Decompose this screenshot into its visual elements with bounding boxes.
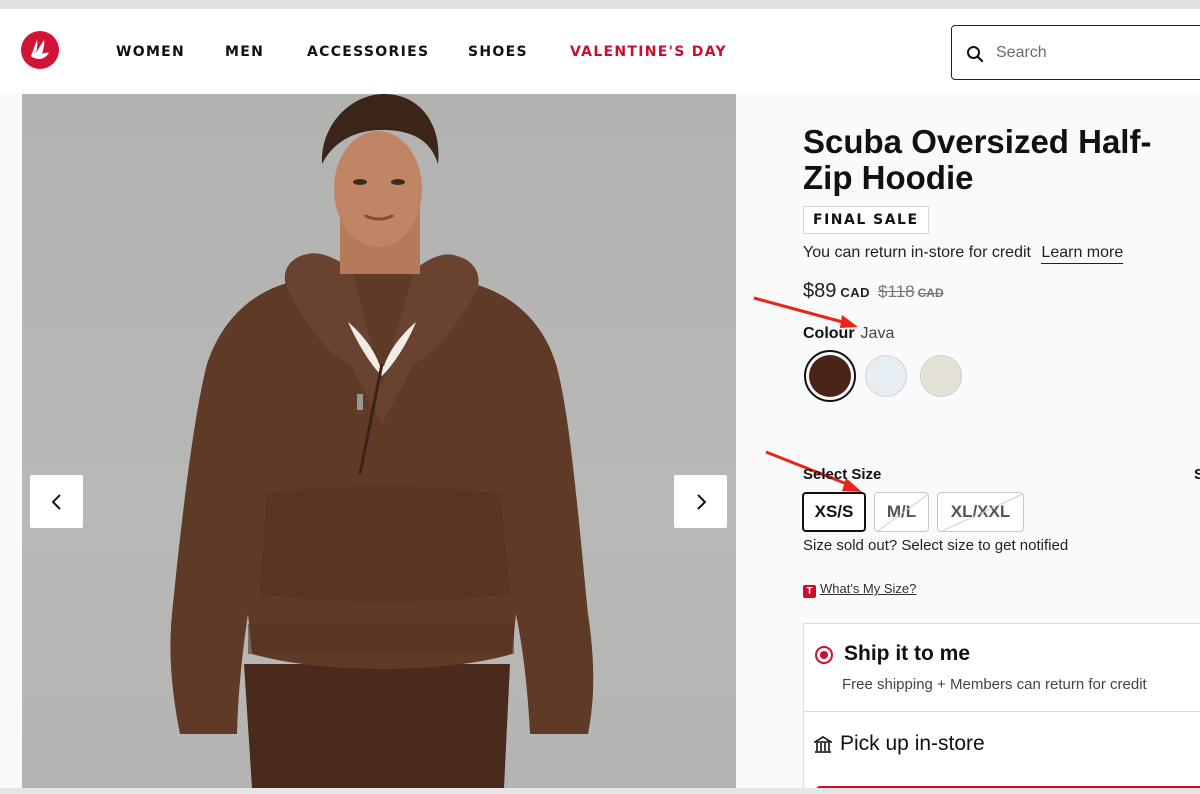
- product-title: Scuba Oversized Half-Zip Hoodie: [803, 123, 1152, 196]
- swatch-light-blue[interactable]: [865, 355, 907, 397]
- whats-my-size-row[interactable]: T What's My Size?: [803, 581, 916, 598]
- final-sale-badge: FINAL SALE: [803, 206, 929, 234]
- size-guide-link[interactable]: S: [1194, 466, 1200, 483]
- nav-accessories[interactable]: ACCESSORIES: [307, 44, 429, 60]
- return-policy-row: You can return in-store for credit Learn…: [803, 244, 1124, 264]
- learn-more-link[interactable]: Learn more: [1041, 244, 1124, 264]
- ship-radio-selected[interactable]: [815, 646, 833, 664]
- search-input[interactable]: [996, 40, 1196, 66]
- ship-subtitle: Free shipping + Members can return for c…: [842, 676, 1147, 693]
- size-xs-s-button[interactable]: XS/S: [802, 492, 866, 532]
- pickup-option[interactable]: Pick up in-store: [803, 711, 1200, 791]
- carousel-prev-button[interactable]: [30, 475, 83, 528]
- search-icon: [967, 46, 984, 63]
- size-m-l-button[interactable]: M/L: [874, 492, 929, 532]
- size-xl-xxl-button[interactable]: XL/XXL: [937, 492, 1024, 532]
- nav-women[interactable]: WOMEN: [116, 44, 185, 60]
- nav-shoes[interactable]: SHOES: [468, 44, 528, 60]
- colour-label: Colour: [803, 325, 855, 342]
- chevron-right-icon: [696, 493, 706, 510]
- pickup-title: Pick up in-store: [840, 732, 985, 755]
- chevron-left-icon: [51, 493, 61, 510]
- nav-valentines-day[interactable]: VALENTINE'S DAY: [570, 44, 727, 60]
- original-price: $118: [878, 282, 915, 301]
- store-icon: [814, 736, 832, 753]
- lululemon-logo-icon: [31, 40, 49, 59]
- browser-top-strip: [0, 0, 1200, 9]
- original-price-currency: CAD: [917, 286, 944, 300]
- whats-my-size-link[interactable]: What's My Size?: [820, 581, 916, 596]
- carousel-next-button[interactable]: [674, 475, 727, 528]
- return-policy-text: You can return in-store for credit: [803, 244, 1031, 261]
- size-title: Select Size: [803, 466, 882, 483]
- swatch-light-cream[interactable]: [920, 355, 962, 397]
- left-gutter: [0, 94, 22, 794]
- sold-out-notice: Size sold out? Select size to get notifi…: [803, 537, 1069, 554]
- brand-logo[interactable]: [21, 31, 59, 69]
- browser-bottom-strip: [0, 788, 1200, 794]
- true-fit-icon: T: [803, 585, 816, 598]
- sold-out-strike-icon: [876, 493, 928, 531]
- model-wearing-hoodie-image: [170, 94, 594, 788]
- colour-row: Colour Java: [803, 325, 894, 343]
- product-image: [22, 94, 736, 788]
- site-header: WOMEN MEN ACCESSORIES SHOES VALENTINE'S …: [0, 9, 1200, 94]
- search-box[interactable]: [951, 25, 1200, 80]
- colour-value: Java: [860, 325, 895, 342]
- ship-title: Ship it to me: [844, 642, 970, 665]
- product-details-panel: Scuba Oversized Half-Zip Hoodie FINAL SA…: [736, 94, 1200, 794]
- size-label: XS/S: [814, 502, 854, 521]
- swatch-java[interactable]: [809, 355, 851, 397]
- ship-option[interactable]: Ship it to me Free shipping + Members ca…: [803, 623, 1200, 711]
- sold-out-strike-icon: [941, 493, 1023, 531]
- nav-men[interactable]: MEN: [225, 44, 264, 60]
